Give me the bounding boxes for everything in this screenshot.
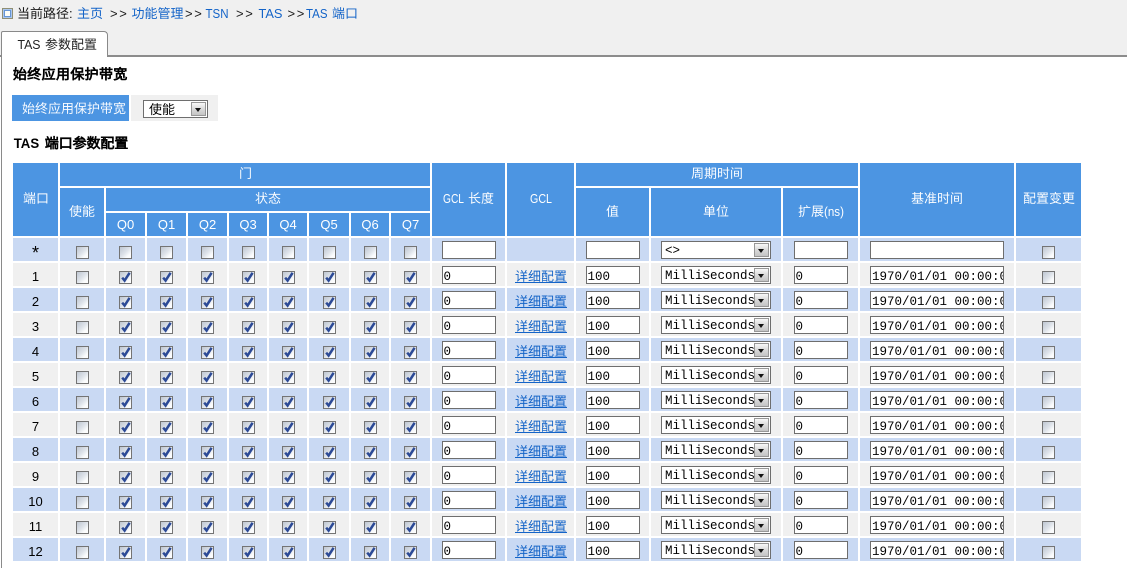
svg-text::: : <box>69 6 73 21</box>
svg-text:TAS: TAS <box>14 135 40 151</box>
svg-text:TAS: TAS <box>306 6 328 21</box>
svg-text:(ns): (ns) <box>823 204 843 219</box>
svg-text:>>: >> <box>236 6 255 21</box>
svg-text:GCL: GCL <box>443 191 464 206</box>
svg-text:>>: >> <box>288 6 307 21</box>
svg-text:>>: >> <box>185 6 204 21</box>
svg-text:TAS: TAS <box>18 37 41 52</box>
svg-text:TAS: TAS <box>259 6 283 21</box>
svg-text:TSN: TSN <box>206 6 229 21</box>
svg-text:GCL: GCL <box>530 191 552 206</box>
svg-text:>>: >> <box>110 6 129 21</box>
